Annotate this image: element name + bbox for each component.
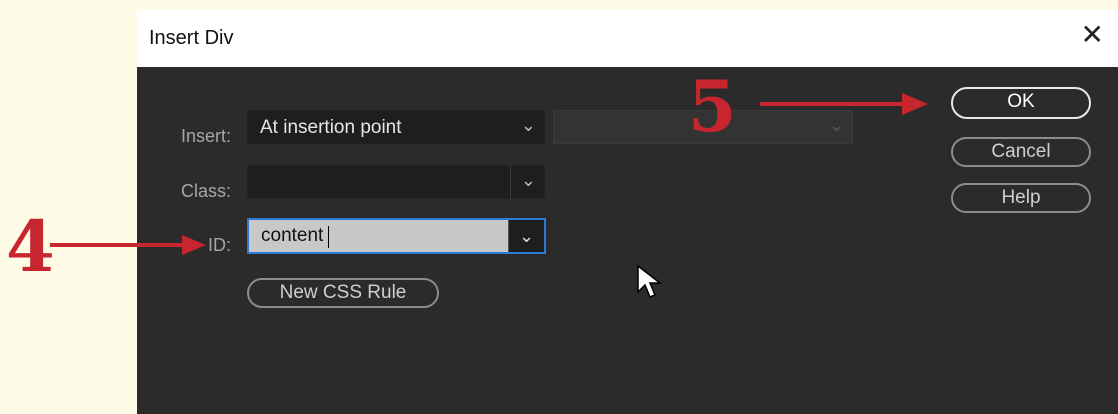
insert-select[interactable]: At insertion point ⌄ bbox=[247, 110, 545, 144]
help-button[interactable]: Help bbox=[951, 183, 1091, 213]
annotation-step-4: 4 bbox=[6, 205, 55, 288]
close-icon[interactable]: ✕ bbox=[1081, 21, 1104, 49]
insert-div-dialog: Insert Div ✕ Insert: At insertion point … bbox=[137, 10, 1118, 414]
title-bar: Insert Div ✕ bbox=[137, 10, 1118, 67]
arrow-icon bbox=[760, 93, 928, 115]
chevron-down-icon: ⌄ bbox=[520, 115, 536, 135]
ok-button[interactable]: OK bbox=[951, 87, 1091, 119]
text-caret bbox=[328, 226, 329, 248]
new-css-rule-button[interactable]: New CSS Rule bbox=[247, 278, 439, 308]
chevron-down-icon: ⌄ bbox=[828, 115, 844, 135]
id-input[interactable]: content ⌄ bbox=[247, 218, 546, 254]
cancel-button[interactable]: Cancel bbox=[951, 137, 1091, 167]
insert-label: Insert: bbox=[180, 126, 231, 146]
chevron-down-icon[interactable]: ⌄ bbox=[508, 220, 544, 252]
chevron-down-icon: ⌄ bbox=[520, 170, 536, 190]
class-label: Class: bbox=[180, 181, 231, 201]
arrow-icon bbox=[50, 235, 206, 255]
annotation-step-5: 5 bbox=[688, 65, 737, 148]
dialog-title: Insert Div bbox=[149, 27, 234, 49]
class-select[interactable]: ⌄ bbox=[247, 165, 545, 199]
id-input-value: content bbox=[261, 225, 324, 246]
mouse-pointer-icon bbox=[637, 264, 663, 298]
insert-select-value: At insertion point bbox=[260, 117, 402, 138]
